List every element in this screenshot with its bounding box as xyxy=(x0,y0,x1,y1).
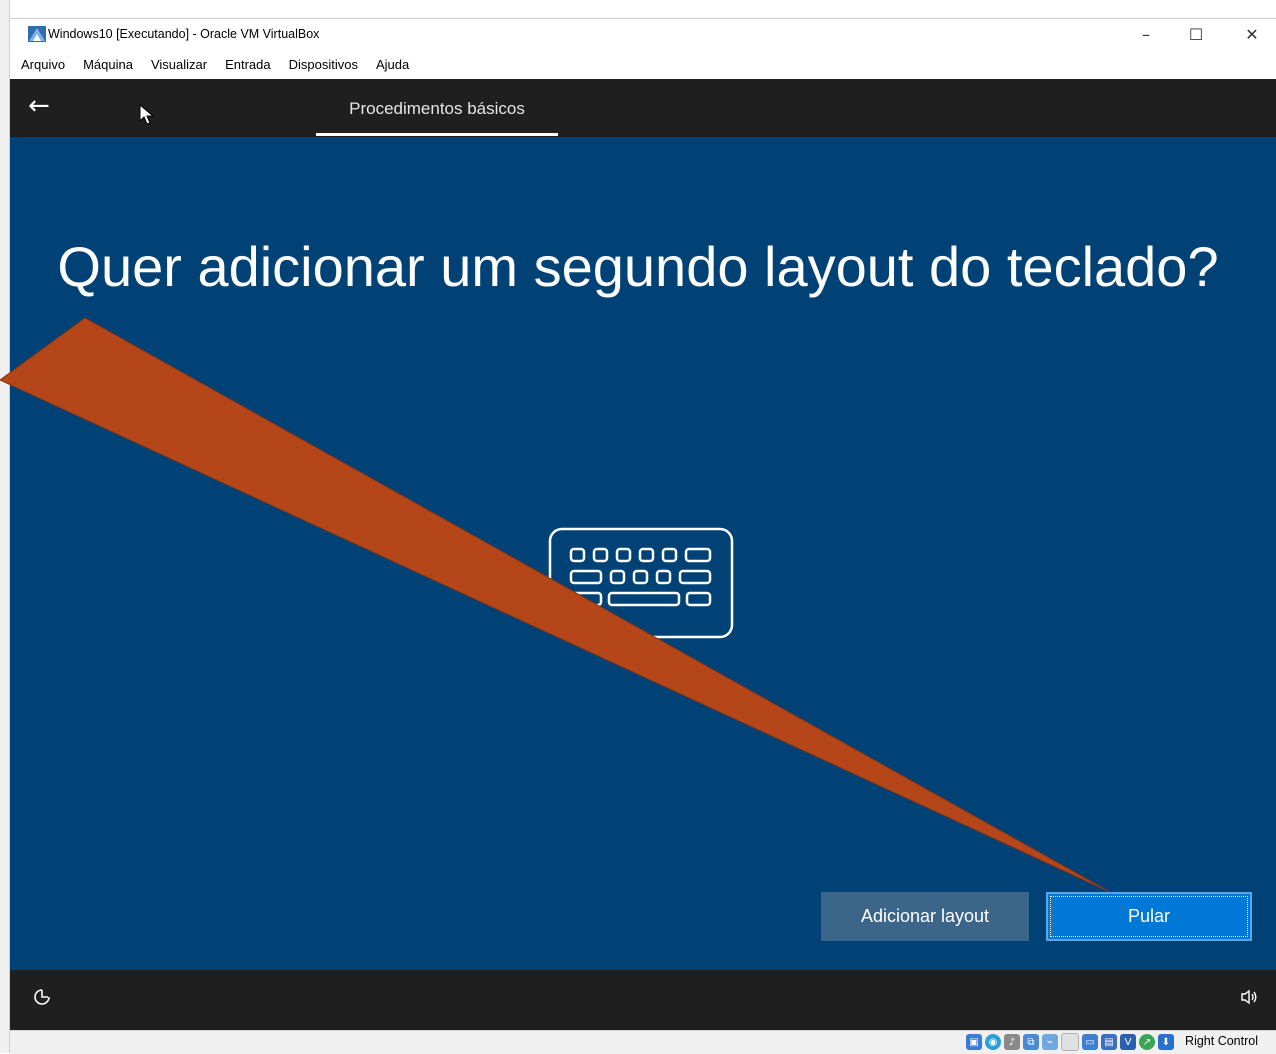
virtualbox-statusbar: ▣ ◉ ♪ ⧉ ⌁ ▭ ▤ V ↗ ⬇ Right Control xyxy=(10,1030,1276,1054)
network-icon[interactable]: ⧉ xyxy=(1023,1034,1039,1050)
menu-dispositivos[interactable]: Dispositivos xyxy=(280,53,367,77)
close-button[interactable]: ✕ xyxy=(1232,19,1272,49)
menu-bar: Arquivo Máquina Visualizar Entrada Dispo… xyxy=(10,52,1276,78)
menu-arquivo[interactable]: Arquivo xyxy=(10,53,74,77)
audio-icon[interactable]: ♪ xyxy=(1004,1034,1020,1050)
accessibility-icon[interactable] xyxy=(32,987,52,1007)
virtualization-icon[interactable]: V xyxy=(1120,1034,1136,1050)
menu-maquina[interactable]: Máquina xyxy=(74,53,142,77)
keyboard-capture-icon[interactable]: ⬇ xyxy=(1158,1034,1174,1050)
skip-button[interactable]: Pular xyxy=(1046,892,1252,941)
optical-drive-icon[interactable]: ◉ xyxy=(985,1034,1001,1050)
oobe-header: ← Procedimentos básicos xyxy=(10,79,1276,137)
back-arrow-icon[interactable]: ← xyxy=(28,93,54,119)
shared-folders-icon[interactable] xyxy=(1061,1033,1079,1051)
device-status-icons: ▣ ◉ ♪ ⧉ ⌁ ▭ ▤ V ↗ ⬇ xyxy=(966,1033,1174,1051)
mouse-cursor-icon xyxy=(139,104,155,125)
hard-disk-icon[interactable]: ▣ xyxy=(966,1034,982,1050)
oobe-footer xyxy=(10,970,1276,1030)
page-headline: Quer adicionar um segundo layout do tecl… xyxy=(57,235,1219,298)
mouse-integration-icon[interactable]: ↗ xyxy=(1139,1034,1155,1050)
virtualbox-app-icon xyxy=(28,26,46,42)
section-title: Procedimentos básicos xyxy=(349,99,525,118)
menu-visualizar[interactable]: Visualizar xyxy=(142,53,216,77)
host-key-label: Right Control xyxy=(1185,1034,1258,1048)
video-capture-icon[interactable]: ▤ xyxy=(1101,1034,1117,1050)
add-layout-button[interactable]: Adicionar layout xyxy=(821,892,1029,941)
window-titlebar: Windows10 [Executando] - Oracle VM Virtu… xyxy=(10,18,1276,53)
keyboard-icon xyxy=(548,527,734,639)
menu-entrada[interactable]: Entrada xyxy=(216,53,280,77)
maximize-button[interactable]: ☐ xyxy=(1176,19,1216,49)
volume-icon[interactable] xyxy=(1240,989,1258,1005)
section-underline xyxy=(316,133,558,136)
usb-icon[interactable]: ⌁ xyxy=(1042,1034,1058,1050)
host-left-edge xyxy=(0,0,10,1053)
menu-ajuda[interactable]: Ajuda xyxy=(367,53,418,77)
window-title: Windows10 [Executando] - Oracle VM Virtu… xyxy=(48,27,320,41)
display-icon[interactable]: ▭ xyxy=(1082,1034,1098,1050)
minimize-button[interactable]: – xyxy=(1126,19,1166,49)
